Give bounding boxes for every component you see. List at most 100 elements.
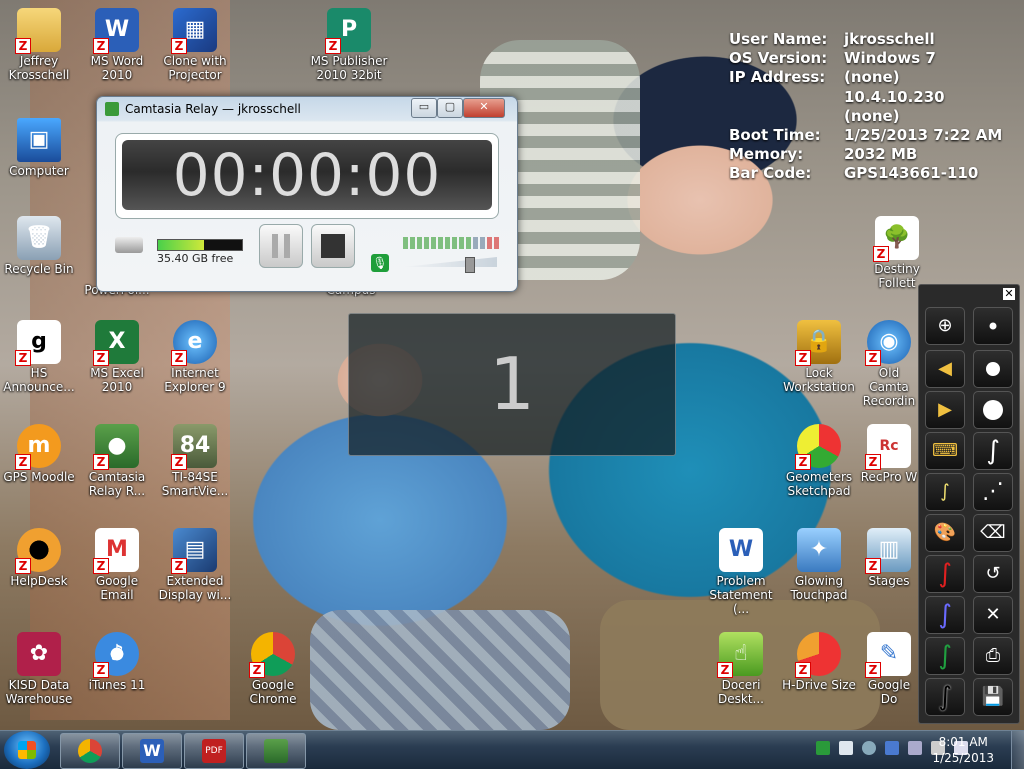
blue-pen-icon: ∫ <box>938 600 952 630</box>
desktop-icon-computer[interactable]: ▣ Computer <box>0 118 78 178</box>
highlighter-tool-button[interactable]: ∫ <box>925 473 965 511</box>
tray-security-icon[interactable] <box>816 741 830 755</box>
desktop-icon-kisd-data[interactable]: ✿ KISD Data Warehouse <box>0 632 78 706</box>
tray-display-icon[interactable] <box>908 741 922 755</box>
desktop-icon-hs-announce[interactable]: gZ HS Announce... <box>0 320 78 394</box>
desktop-icon-google-email[interactable]: MZ Google Email <box>78 528 156 602</box>
start-button[interactable] <box>4 731 50 769</box>
level-bar <box>445 237 450 249</box>
desktop-icon-label: Stages <box>868 574 910 588</box>
red-pen-button[interactable]: ∫ <box>925 555 965 593</box>
floppy-disk-icon: 💾 <box>981 686 1005 707</box>
sysinfo-row: (none) <box>844 106 900 125</box>
camtasia-icon <box>264 739 288 763</box>
next-page-button[interactable]: ▶ <box>925 391 965 429</box>
volume-slider[interactable] <box>403 257 497 267</box>
pen-size-small-button[interactable] <box>973 307 1013 345</box>
desktop-icon-old-camtasia[interactable]: ◉ Z Old Camta Recordin <box>858 320 920 408</box>
previous-page-button[interactable]: ◀ <box>925 350 965 388</box>
desktop-icon-h-drive-size[interactable]: Z H-Drive Size <box>780 632 858 692</box>
tray-bluetooth-icon[interactable] <box>885 741 899 755</box>
stop-button[interactable] <box>311 224 355 268</box>
toolbar-close-button[interactable]: ✕ <box>1003 288 1015 300</box>
windows-display-icon: ▦ Z <box>171 8 217 54</box>
level-bar <box>424 237 429 249</box>
desktop-icon-label: Doceri Deskt... <box>718 678 764 706</box>
desktop-icon-doceri[interactable]: ☝ Z Doceri Deskt... <box>702 632 780 706</box>
ie-icon: eZ <box>171 320 217 366</box>
level-bar <box>480 237 485 249</box>
desktop-icon-stages[interactable]: ▥ Z Stages <box>858 528 920 588</box>
desktop-icon-ms-excel[interactable]: XZ MS Excel 2010 <box>78 320 156 394</box>
keyboard-button[interactable]: ⌨ <box>925 432 965 470</box>
tray-flag-icon[interactable] <box>839 741 853 755</box>
desktop-icon-extended-display[interactable]: ▤ Z Extended Display wi... <box>156 528 234 602</box>
microphone-icon[interactable]: 🎙 <box>371 254 389 272</box>
desktop-icon-itunes[interactable]: ♪ Z iTunes 11 <box>78 632 156 692</box>
color-palette-button[interactable]: 🎨 <box>925 514 965 552</box>
pen-size-medium-button[interactable] <box>973 350 1013 388</box>
tray-network-icon[interactable] <box>862 741 876 755</box>
maximize-button[interactable]: ▢ <box>437 98 463 118</box>
desktop-icon-recpro[interactable]: Rc Z RecPro W <box>858 424 920 484</box>
desktop-icon-recycle-bin[interactable]: 🗑 Recycle Bin <box>0 216 78 276</box>
taskbar-clock[interactable]: 8:01 AM 1/25/2013 <box>932 734 994 766</box>
pen-dotted-tool-button[interactable]: ⋰ <box>973 473 1013 511</box>
desktop-icon-label: RecPro W <box>860 470 918 484</box>
print-button[interactable]: ⎙ <box>973 637 1013 675</box>
clock-time: 8:01 AM <box>938 735 988 749</box>
undo-button[interactable]: ↺ <box>973 555 1013 593</box>
desktop-icon-internet-explorer[interactable]: eZ Internet Explorer 9 <box>156 320 234 394</box>
stop-icon <box>321 234 345 258</box>
pen-toolbar[interactable]: ✕ ⊕ ◀ ▶ ⌨ ∫ 🎨 ∫ ∫ ∫ ∫ ∫ ⋰ ⌫ ↺ ✕ ⎙ 💾 <box>918 284 1020 724</box>
taskbar-pdf[interactable]: PDF <box>184 733 244 769</box>
pause-button[interactable] <box>259 224 303 268</box>
window-title: Camtasia Relay — jkrosschell <box>125 102 301 116</box>
countdown-overlay: 1 <box>348 313 676 456</box>
desktop-icon-helpdesk[interactable]: Z HelpDesk <box>0 528 78 588</box>
green-pen-button[interactable]: ∫ <box>925 637 965 675</box>
desktop-icon-camtasia-relay[interactable]: ● Z Camtasia Relay R... <box>78 424 156 498</box>
desktop-icon-label: MS Word 2010 <box>90 54 144 82</box>
desktop-icon-problem-statement[interactable]: W Problem Statement (... <box>702 528 780 616</box>
desktop-icon-label: Destiny Follett <box>874 262 920 290</box>
desktop-icon-user-folder[interactable]: Z Jeffrey Krosschell <box>0 8 78 82</box>
black-pen-button[interactable]: ∫ <box>925 678 965 716</box>
taskbar-camtasia[interactable] <box>246 733 306 769</box>
undo-icon: ↺ <box>985 563 1001 584</box>
close-button[interactable]: ✕ <box>463 98 505 118</box>
desktop-icon-glowing-touchpad[interactable]: ✦ Glowing Touchpad <box>780 528 858 602</box>
desktop-icon-clone-projector[interactable]: ▦ Z Clone with Projector <box>156 8 234 82</box>
desktop-icon-gps-moodle[interactable]: mZ GPS Moodle <box>0 424 78 484</box>
pen-tool-button[interactable]: ∫ <box>973 432 1013 470</box>
desktop-icon-google-chrome[interactable]: Z Google Chrome <box>234 632 312 706</box>
desktop-icon-ti84[interactable]: 84 Z TI-84SE SmartVie... <box>156 424 234 498</box>
desktop-icon-ms-publisher[interactable]: PZ MS Publisher 2010 32bit <box>310 8 388 82</box>
taskbar-word[interactable]: W <box>122 733 182 769</box>
minimize-button[interactable]: ▭ <box>411 98 437 118</box>
desktop-icon-geometers-sketchpad[interactable]: Z Geometers Sketchpad <box>780 424 858 498</box>
desktop-icon-label: Google Email <box>95 574 139 602</box>
save-button[interactable]: 💾 <box>973 678 1013 716</box>
level-bar <box>403 237 408 249</box>
clear-all-button[interactable]: ✕ <box>973 596 1013 634</box>
desktop-icon-google-docs[interactable]: ✎ Z Google Do <box>858 632 920 706</box>
level-bar <box>438 237 443 249</box>
volume-slider-handle[interactable] <box>465 257 475 273</box>
eraser-tool-button[interactable]: ⌫ <box>973 514 1013 552</box>
camtasia-relay-window[interactable]: Camtasia Relay — jkrosschell ▭ ▢ ✕ 00:00… <box>96 96 518 292</box>
select-tool-button[interactable]: ⊕ <box>925 307 965 345</box>
blue-pen-button[interactable]: ∫ <box>925 596 965 634</box>
palette-icon: 🎨 <box>933 522 957 543</box>
red-pen-icon: ∫ <box>938 559 952 589</box>
taskbar-chrome[interactable] <box>60 733 120 769</box>
pen-size-large-button[interactable] <box>973 391 1013 429</box>
show-desktop-button[interactable] <box>1011 731 1024 769</box>
sysinfo-row: User Name: jkrosschell <box>729 30 935 48</box>
desktop-icon-ms-word[interactable]: WZ MS Word 2010 <box>78 8 156 82</box>
desktop-icon-destiny[interactable]: 🌳 Z Destiny Follett <box>858 216 936 290</box>
desktop-icon-label: Old Camta Recordin <box>862 366 916 408</box>
sketchpad-icon: Z <box>795 424 841 470</box>
desktop-icon-lock-workstation[interactable]: 🔒 Z Lock Workstation <box>780 320 858 394</box>
desktop-icon-label: Google Do <box>867 678 911 706</box>
